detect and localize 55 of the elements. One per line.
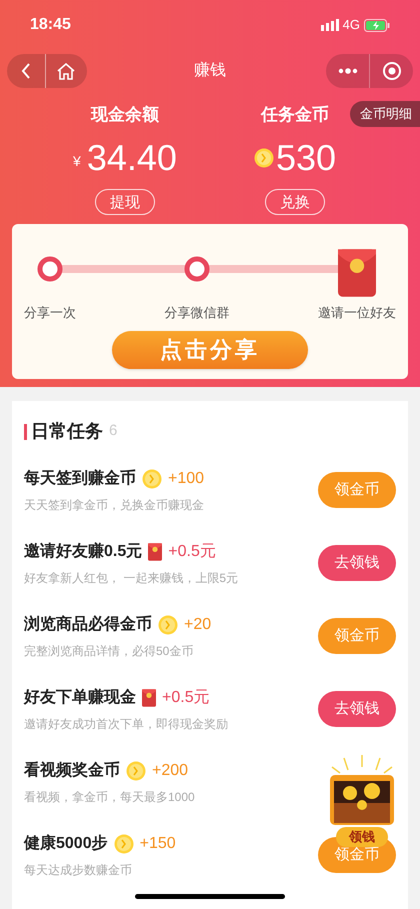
task-title: 邀请好友赚0.5元 — [24, 541, 142, 562]
envelope-icon — [338, 249, 376, 297]
task-description: 完整浏览商品详情，必得50金币 — [24, 642, 194, 660]
task-title: 浏览商品必得金币 — [24, 614, 152, 634]
more-icon[interactable] — [338, 68, 358, 74]
task-description: 好友拿新人红包， 一起来赚钱，上限5元 — [24, 570, 240, 586]
home-icon[interactable] — [56, 62, 74, 80]
currency-symbol: ¥ — [73, 152, 81, 170]
step-label: 分享一次 — [24, 304, 76, 322]
envelope-icon — [148, 542, 162, 560]
coin-icon — [114, 834, 134, 854]
claim-coins-button[interactable]: 领金币 — [318, 472, 396, 508]
claim-cash-button[interactable]: 去领钱 — [318, 691, 396, 727]
claim-coins-button[interactable]: 领金币 — [318, 618, 396, 654]
task-reward: +0.5元 — [162, 688, 210, 708]
close-icon[interactable] — [382, 61, 402, 81]
step-circle-icon — [37, 256, 63, 282]
task-reward: +100 — [168, 468, 204, 488]
task-description: 邀请好友成功首次下单，即得现金奖励 — [24, 716, 229, 732]
balance-label: 现金余额 — [91, 104, 159, 126]
task-description: 天天签到拿金币，兑换金币赚现金 — [24, 496, 205, 514]
task-description: 每天达成步数赚金币 — [24, 862, 133, 878]
task-title: 看视频奖金币 — [24, 760, 120, 780]
status-time: 18:45 — [30, 15, 71, 35]
task-reward: +20 — [184, 614, 212, 634]
balance-label: 任务金币 — [261, 104, 329, 126]
claim-cash-button[interactable]: 去领钱 — [318, 545, 396, 581]
balance-amount: 34.40 — [86, 140, 177, 176]
share-button[interactable]: 点击分享 — [112, 330, 308, 368]
envelope-icon — [142, 688, 156, 706]
task-title: 每天签到赚金币 — [24, 468, 136, 488]
balance-amount: 530 — [276, 140, 336, 176]
coin-icon — [254, 148, 274, 168]
page-title: 赚钱 — [194, 60, 226, 81]
task-title: 健康5000步 — [24, 833, 108, 854]
task-reward: +200 — [152, 760, 188, 780]
step-label: 邀请一位好友 — [318, 304, 396, 322]
coin-details-tab[interactable]: 金币明细 — [350, 101, 420, 127]
network-label: 4G — [342, 16, 360, 34]
task-reward: +150 — [140, 834, 176, 854]
step-circle-icon — [184, 256, 210, 282]
coin-icon — [158, 614, 178, 634]
signal-icon — [320, 19, 339, 31]
withdraw-button[interactable]: 提现 — [95, 189, 155, 215]
coin-icon — [126, 760, 146, 780]
task-description: 看视频，拿金币，每天最多1000 — [24, 788, 196, 806]
back-icon[interactable] — [21, 63, 31, 79]
task-title: 好友下单赚现金 — [24, 687, 136, 708]
section-marker — [24, 424, 27, 440]
battery-icon — [364, 18, 390, 32]
step-label: 分享微信群 — [164, 304, 230, 322]
exchange-button[interactable]: 兑换 — [265, 189, 325, 215]
task-reward: +0.5元 — [168, 542, 216, 562]
coin-icon — [142, 468, 162, 488]
section-title: 日常任务 — [31, 420, 103, 443]
